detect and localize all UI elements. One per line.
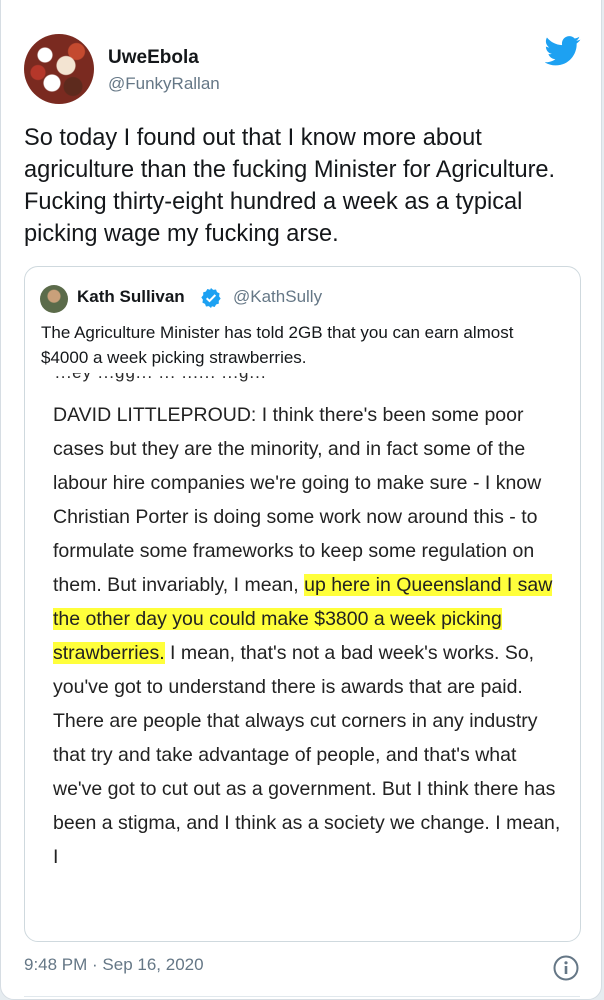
divider bbox=[24, 996, 580, 997]
twitter-bird-icon[interactable] bbox=[545, 36, 581, 66]
transcript-before-highlight: DAVID LITTLEPROUD: I think there's been … bbox=[53, 404, 542, 596]
transcript-after-highlight: I mean, that's not a bad week's works. S… bbox=[53, 642, 561, 868]
quoted-tweet-image[interactable]: ...ey ...gg... ... ...... ...g... DAVID … bbox=[25, 373, 580, 941]
image-cut-off-text: ...ey ...gg... ... ...... ...g... bbox=[55, 373, 545, 383]
author-name[interactable]: UweEbola bbox=[108, 47, 199, 69]
author-avatar[interactable] bbox=[24, 34, 94, 104]
transcript-text: DAVID LITTLEPROUD: I think there's been … bbox=[53, 398, 563, 874]
quoted-author-handle: @KathSully bbox=[233, 287, 323, 306]
tweet-text: So today I found out that I know more ab… bbox=[24, 125, 556, 247]
quoted-author-name: Kath Sullivan bbox=[77, 287, 185, 306]
info-icon[interactable] bbox=[553, 955, 579, 981]
verified-badge-icon bbox=[201, 288, 221, 308]
quoted-author-avatar bbox=[40, 285, 68, 313]
author-handle[interactable]: @FunkyRallan bbox=[108, 74, 220, 94]
tweet-timestamp[interactable]: 9:48 PM · Sep 16, 2020 bbox=[24, 955, 204, 975]
quoted-tweet-text: The Agriculture Minister has told 2GB th… bbox=[41, 323, 514, 367]
quoted-tweet[interactable]: Kath Sullivan @KathSully The Agriculture… bbox=[24, 266, 581, 942]
